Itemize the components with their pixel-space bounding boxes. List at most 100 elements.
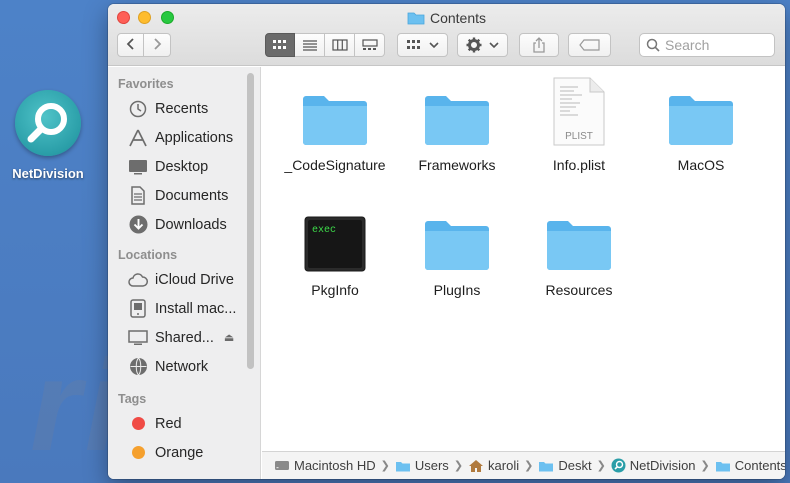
folder-icon	[715, 460, 731, 472]
titlebar: Contents Search	[108, 4, 785, 66]
sidebar-item-desktop[interactable]: Desktop	[108, 152, 260, 181]
sidebar-item-applications[interactable]: Applications	[108, 123, 260, 152]
desktop-app-netdivision[interactable]: NetDivision	[0, 90, 96, 181]
sidebar-item-downloads[interactable]: Downloads	[108, 210, 260, 239]
grid-icon	[273, 40, 286, 49]
path-crumb-label: Macintosh HD	[294, 458, 376, 473]
share-icon	[533, 37, 545, 53]
file-item[interactable]: Frameworks	[397, 73, 517, 173]
desktop-icon	[128, 157, 148, 177]
path-crumb[interactable]: NetDivision	[611, 458, 696, 473]
sidebar-item-tag-orange[interactable]: Orange	[108, 438, 260, 467]
sidebar-item-label: Install mac...	[155, 300, 237, 317]
file-browser: _CodeSignature Frameworks PLIST Info.pli…	[262, 67, 785, 449]
plist-file-icon: PLIST	[519, 73, 639, 147]
view-switcher	[265, 33, 385, 57]
chevron-right-icon: ❯	[380, 460, 390, 472]
cloud-icon	[128, 270, 148, 290]
folder-icon	[519, 198, 639, 272]
file-name: PlugIns	[433, 282, 481, 298]
red-tag-dot-icon	[128, 414, 148, 434]
share-button[interactable]	[519, 33, 559, 57]
column-view-button[interactable]	[325, 33, 355, 57]
document-icon	[128, 186, 148, 206]
file-item[interactable]: _CodeSignature	[275, 73, 395, 173]
window-title-text: Contents	[429, 10, 487, 26]
app-icon	[611, 458, 626, 473]
group-by-button[interactable]	[397, 33, 448, 57]
sidebar-item-documents[interactable]: Documents	[108, 181, 260, 210]
disk-icon	[128, 299, 148, 319]
plist-badge: PLIST	[565, 131, 593, 142]
forward-button[interactable]	[144, 33, 171, 57]
search-icon	[646, 38, 660, 52]
gallery-view-button[interactable]	[355, 33, 385, 57]
chevron-right-icon: ❯	[700, 460, 710, 472]
terminal-exec-icon: exec	[275, 198, 395, 272]
clock-icon	[128, 99, 148, 119]
sidebar-item-label: Shared...	[155, 329, 214, 346]
path-crumb-label: NetDivision	[629, 458, 696, 473]
applications-icon	[128, 128, 148, 148]
tags-heading: Tags	[118, 392, 147, 406]
orange-tag-dot-icon	[128, 443, 148, 463]
chevron-right-icon	[152, 37, 162, 54]
favorites-heading: Favorites	[118, 77, 174, 91]
file-name: Info.plist	[552, 157, 606, 173]
gallery-icon	[361, 39, 378, 50]
path-crumb-label: Contents	[734, 458, 785, 473]
eject-icon[interactable]: ⏏	[224, 331, 234, 344]
locations-heading: Locations	[118, 248, 178, 262]
path-crumb[interactable]: Users	[395, 458, 449, 473]
sidebar-item-label: Network	[155, 358, 209, 375]
chevron-down-icon	[428, 42, 439, 49]
path-bar: Macintosh HD ❯ Users ❯ karoli ❯ Deskt ❯ …	[262, 451, 785, 479]
sidebar-item-tag-red[interactable]: Red	[108, 409, 260, 438]
search-field[interactable]: Search	[639, 33, 775, 57]
tags-button[interactable]	[568, 33, 611, 57]
file-name: Resources	[545, 282, 613, 298]
sidebar-item-label: Downloads	[155, 216, 227, 233]
sidebar-item-install-macos[interactable]: Install mac...	[108, 294, 260, 323]
list-icon	[302, 40, 317, 51]
magnifier-app-icon	[15, 90, 81, 156]
file-item[interactable]: PLIST Info.plist	[519, 73, 639, 173]
action-button[interactable]	[457, 33, 508, 57]
chevron-right-icon: ❯	[524, 460, 534, 472]
home-icon	[468, 459, 484, 473]
file-name: MacOS	[677, 157, 725, 173]
sidebar-item-icloud-drive[interactable]: iCloud Drive	[108, 265, 260, 294]
sidebar-item-label: Applications	[155, 129, 234, 146]
file-name: Frameworks	[418, 157, 496, 173]
path-crumb[interactable]: karoli	[468, 458, 519, 473]
file-item[interactable]: PlugIns	[397, 198, 517, 298]
path-crumb[interactable]: Macintosh HD	[274, 458, 376, 473]
sidebar-scrollbar[interactable]	[247, 73, 254, 369]
search-placeholder: Search	[665, 37, 710, 53]
sidebar-item-recents[interactable]: Recents	[108, 94, 260, 123]
path-crumb-label: karoli	[488, 458, 520, 473]
desktop-app-label: NetDivision	[12, 166, 84, 181]
exec-badge: exec	[312, 225, 336, 236]
sidebar-item-label: iCloud Drive	[155, 271, 234, 288]
chevron-right-icon: ❯	[596, 460, 606, 472]
file-name: _CodeSignature	[284, 157, 386, 173]
back-button[interactable]	[117, 33, 144, 57]
path-crumb[interactable]: Contents	[715, 458, 785, 473]
list-view-button[interactable]	[295, 33, 325, 57]
file-item[interactable]: Resources	[519, 198, 639, 298]
path-crumb[interactable]: Deskt	[538, 458, 592, 473]
sidebar-item-network[interactable]: Network	[108, 352, 260, 381]
columns-icon	[331, 39, 348, 51]
path-crumb-label: Users	[414, 458, 449, 473]
sidebar-item-shared[interactable]: Shared... ⏏	[108, 323, 260, 352]
icon-view-button[interactable]	[265, 33, 295, 57]
file-item[interactable]: MacOS	[641, 73, 761, 173]
chevron-down-icon	[488, 42, 499, 49]
folder-icon	[397, 198, 517, 272]
finder-window: Contents Search Favorites Recents Applic…	[108, 4, 785, 479]
display-icon	[128, 328, 148, 348]
path-crumb-label: Deskt	[558, 458, 592, 473]
file-name: PkgInfo	[311, 282, 359, 298]
file-item[interactable]: exec PkgInfo	[275, 198, 395, 298]
